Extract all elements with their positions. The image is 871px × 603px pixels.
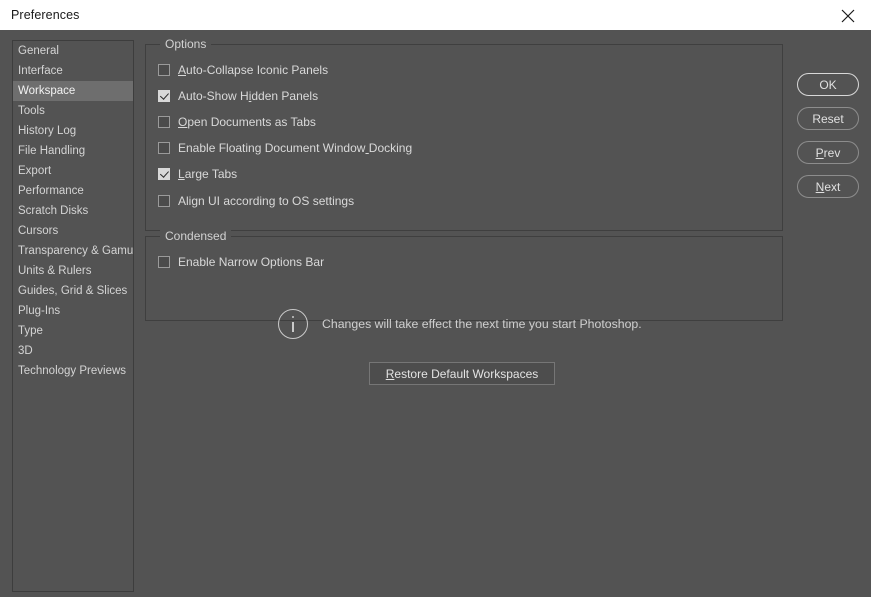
sidebar-item-cursors[interactable]: Cursors (13, 221, 133, 241)
checkbox-indicator[interactable] (158, 64, 170, 76)
restore-default-workspaces-button[interactable]: Restore Default Workspaces (369, 362, 555, 385)
sidebar-item-label: History Log (18, 125, 77, 137)
sidebar-item-plug-ins[interactable]: Plug-Ins (13, 301, 133, 321)
reset-button[interactable]: Reset (797, 107, 859, 130)
restart-note-text: Changes will take effect the next time y… (322, 317, 642, 331)
preferences-dialog: Preferences General Interface Workspace Too… (0, 0, 871, 603)
window-title: Preferences (11, 8, 80, 22)
sidebar-item-label: Scratch Disks (18, 205, 89, 217)
checkbox-label: Auto-Show Hidden Panels (178, 89, 319, 103)
checkbox-align-ui-according-to-os-settings[interactable]: Align UI according to OS settings (158, 194, 354, 208)
sidebar-item-performance[interactable]: Performance (13, 181, 133, 201)
checkbox-label: Enable Floating Document Window Docking (178, 141, 413, 155)
checkbox-auto-collapse-iconic-panels[interactable]: Auto-Collapse Iconic Panels (158, 63, 328, 77)
sidebar-item-history-log[interactable]: History Log (13, 121, 133, 141)
sidebar-item-tools[interactable]: Tools (13, 101, 133, 121)
checkbox-label: Enable Narrow Options Bar (178, 255, 325, 269)
dialog-body: General Interface Workspace Tools History Lo… (0, 30, 871, 597)
sidebar-item-label: Guides, Grid & Slices (18, 285, 128, 297)
sidebar-item-label: Transparency & Gamut (18, 245, 134, 257)
condensed-group-legend: Condensed (160, 229, 232, 243)
options-group: Options Auto-Collapse Iconic Panels Auto-… (145, 37, 783, 231)
options-group-legend: Options (160, 37, 212, 51)
sidebar-item-label: Export (18, 165, 52, 177)
sidebar-item-label: File Handling (18, 145, 86, 157)
sidebar-item-workspace[interactable]: Workspace (13, 81, 133, 101)
close-button[interactable] (825, 0, 871, 29)
checkbox-indicator[interactable] (158, 116, 170, 128)
sidebar-item-3d[interactable]: 3D (13, 341, 133, 361)
sidebar-item-label: Performance (18, 185, 84, 197)
sidebar-item-label: Interface (18, 65, 63, 77)
checkbox-label: Open Documents as Tabs (178, 115, 316, 129)
sidebar-item-scratch-disks[interactable]: Scratch Disks (13, 201, 133, 221)
sidebar-item-label: Workspace (18, 85, 76, 97)
checkbox-indicator[interactable] (158, 195, 170, 207)
sidebar-item-type[interactable]: Type (13, 321, 133, 341)
sidebar-item-label: 3D (18, 345, 33, 357)
checkbox-open-documents-as-tabs[interactable]: Open Documents as Tabs (158, 115, 316, 129)
checkbox-large-tabs[interactable]: Large Tabs (158, 167, 237, 181)
sidebar-item-interface[interactable]: Interface (13, 61, 133, 81)
checkbox-label: Align UI according to OS settings (178, 194, 355, 208)
sidebar-item-general[interactable]: General (13, 41, 133, 61)
checkbox-indicator[interactable] (158, 168, 170, 180)
sidebar-item-technology-previews[interactable]: Technology Previews (13, 361, 133, 381)
sidebar-item-label: Type (18, 325, 43, 337)
prev-button[interactable]: Prev (797, 141, 859, 164)
checkbox-enable-floating-document-window-docking[interactable]: Enable Floating Document Window Docking (158, 141, 412, 155)
sidebar-item-guides-grid-slices[interactable]: Guides, Grid & Slices (13, 281, 133, 301)
sidebar-item-transparency-gamut[interactable]: Transparency & Gamut (13, 241, 133, 261)
window-bottom-edge (0, 597, 871, 603)
restart-note: Changes will take effect the next time y… (278, 309, 642, 339)
info-icon (278, 309, 308, 339)
sidebar-item-label: General (18, 45, 59, 57)
sidebar-item-label: Cursors (18, 225, 59, 237)
next-button[interactable]: Next (797, 175, 859, 198)
sidebar-item-units-rulers[interactable]: Units & Rulers (13, 261, 133, 281)
ok-button[interactable]: OK (797, 73, 859, 96)
checkbox-indicator[interactable] (158, 142, 170, 154)
checkbox-label: Auto-Collapse Iconic Panels (178, 63, 329, 77)
checkbox-auto-show-hidden-panels[interactable]: Auto-Show Hidden Panels (158, 89, 318, 103)
preferences-category-list[interactable]: General Interface Workspace Tools History Lo… (12, 40, 134, 592)
checkbox-indicator[interactable] (158, 90, 170, 102)
sidebar-item-label: Units & Rulers (18, 265, 92, 277)
sidebar-item-file-handling[interactable]: File Handling (13, 141, 133, 161)
checkbox-indicator[interactable] (158, 256, 170, 268)
sidebar-item-label: Tools (18, 105, 45, 117)
sidebar-item-label: Technology Previews (18, 365, 127, 377)
checkbox-enable-narrow-options-bar[interactable]: Enable Narrow Options Bar (158, 255, 324, 269)
checkbox-label: Large Tabs (178, 167, 238, 181)
sidebar-item-export[interactable]: Export (13, 161, 133, 181)
sidebar-item-label: Plug-Ins (18, 305, 61, 317)
title-bar: Preferences (0, 0, 871, 31)
